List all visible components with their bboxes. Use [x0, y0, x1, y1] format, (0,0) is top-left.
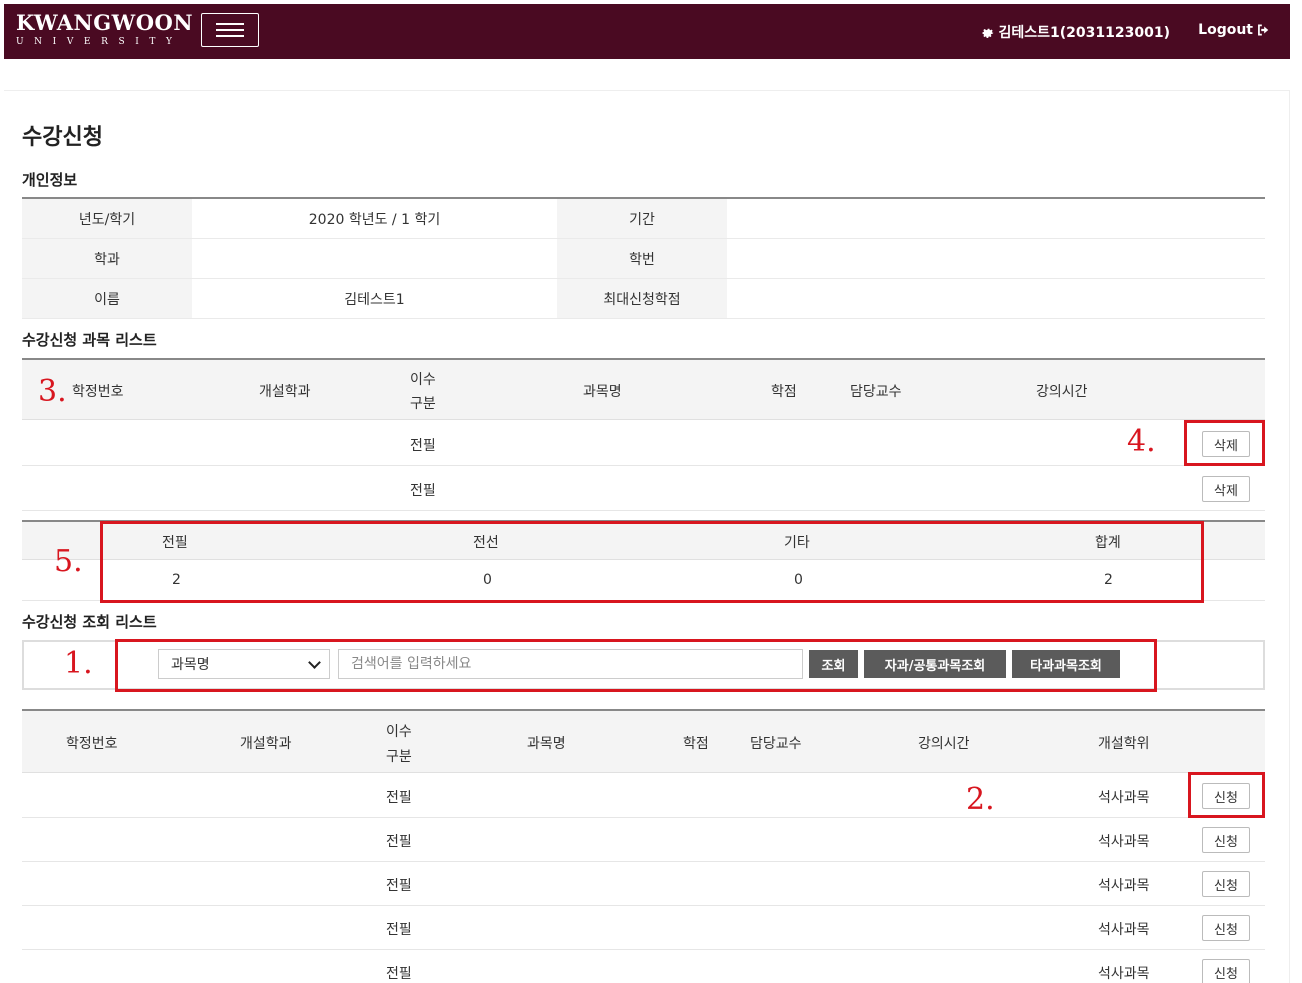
course-type: 전필 [410, 438, 436, 454]
annotation-number-1: 1. [64, 646, 93, 681]
search-list-title: 수강신청 조회 리스트 [22, 613, 157, 631]
top-navbar: KWANGWOON UNIVERSITY 김테스트1(2031123001) L… [4, 4, 1290, 59]
course-degree: 석사과목 [1098, 966, 1150, 982]
info-label: 이름 [22, 279, 192, 318]
info-label: 학과 [22, 239, 192, 278]
delete-button[interactable]: 삭제 [1202, 476, 1250, 502]
info-label: 기간 [557, 199, 727, 238]
info-label: 년도/학기 [22, 199, 192, 238]
table-row: 전필 석사과목 신청 [22, 950, 1265, 983]
info-value [727, 199, 1265, 238]
info-label: 최대신청학점 [557, 279, 727, 318]
col-professor: 담당교수 [850, 384, 902, 400]
annotation-box-5 [100, 521, 1204, 603]
course-type: 전필 [386, 966, 412, 982]
course-type: 전필 [386, 878, 412, 894]
table-row: 전필 석사과목 신청 [22, 906, 1265, 950]
col-type-line1: 이수 [386, 724, 412, 740]
apply-button[interactable]: 신청 [1202, 827, 1250, 853]
col-professor: 담당교수 [750, 736, 802, 752]
annotation-box-1 [115, 639, 1157, 692]
sign-out-icon [1258, 24, 1269, 36]
col-type-line1: 이수 [410, 372, 436, 388]
apply-button[interactable]: 신청 [1202, 871, 1250, 897]
info-value [727, 239, 1265, 278]
logo-main-text: KWANGWOON [16, 10, 194, 35]
course-type: 전필 [386, 922, 412, 938]
apply-button[interactable]: 신청 [1202, 959, 1250, 983]
logout-link[interactable]: Logout [1198, 22, 1270, 38]
registered-list-title: 수강신청 과목 리스트 [22, 331, 157, 349]
page-title: 수강신청 [22, 125, 103, 150]
course-type: 전필 [410, 483, 436, 499]
table-row: 전필 석사과목 신청 [22, 818, 1265, 862]
col-lecture-time: 강의시간 [918, 736, 970, 752]
col-credit: 학점 [771, 384, 797, 400]
registered-table-header: 학정번호 개설학과 이수 구분 과목명 학점 담당교수 강의시간 [22, 360, 1265, 420]
info-row: 학과 학번 [22, 239, 1265, 279]
info-value [727, 279, 1265, 318]
course-type: 전필 [386, 834, 412, 850]
annotation-number-2: 2. [966, 782, 995, 817]
info-row: 이름 김테스트1 최대신청학점 [22, 279, 1265, 319]
university-logo[interactable]: KWANGWOON UNIVERSITY [16, 11, 193, 48]
course-type: 전필 [386, 790, 412, 806]
course-degree: 석사과목 [1098, 790, 1150, 806]
results-table-header: 학정번호 개설학과 이수 구분 과목명 학점 담당교수 강의시간 개설학위 [22, 711, 1265, 773]
table-row: 전필 삭제 [22, 467, 1265, 511]
table-row: 전필 석사과목 신청 [22, 862, 1265, 906]
hamburger-icon [216, 23, 244, 25]
col-department: 개설학과 [259, 384, 311, 400]
personal-info-table: 년도/학기 2020 학년도 / 1 학기 기간 학과 학번 이름 김테스트1 … [22, 199, 1265, 319]
info-label: 학번 [557, 239, 727, 278]
col-department: 개설학과 [240, 736, 292, 752]
info-row: 년도/학기 2020 학년도 / 1 학기 기간 [22, 199, 1265, 239]
logout-label: Logout [1198, 22, 1253, 38]
col-course-name: 과목명 [527, 736, 566, 752]
gear-icon [982, 28, 993, 38]
user-name: 김테스트1(2031123001) [998, 25, 1170, 41]
annotation-number-4: 4. [1127, 424, 1156, 459]
logo-sub-text: UNIVERSITY [16, 37, 183, 47]
apply-button[interactable]: 신청 [1202, 915, 1250, 941]
course-degree: 석사과목 [1098, 922, 1150, 938]
annotation-number-5: 5. [54, 544, 83, 579]
menu-toggle-button[interactable] [201, 13, 259, 47]
annotation-number-3: 3. [38, 374, 67, 409]
personal-info-title: 개인정보 [22, 171, 78, 189]
col-course-name: 과목명 [583, 384, 622, 400]
annotation-box-4 [1184, 420, 1265, 466]
info-value: 2020 학년도 / 1 학기 [308, 211, 441, 228]
col-degree: 개설학위 [1098, 736, 1150, 752]
course-degree: 석사과목 [1098, 878, 1150, 894]
col-type-line2: 구분 [410, 396, 436, 412]
col-lecture-time: 강의시간 [1036, 384, 1088, 400]
table-row: 전필 석사과목 신청 [22, 774, 1265, 818]
info-value: 김테스트1 [344, 291, 405, 308]
col-course-number: 학정번호 [72, 384, 124, 400]
course-degree: 석사과목 [1098, 834, 1150, 850]
table-row: 전필 삭제 [22, 422, 1265, 466]
annotation-box-2 [1188, 772, 1265, 818]
col-course-number: 학정번호 [66, 736, 118, 752]
user-settings-link[interactable]: 김테스트1(2031123001) [981, 22, 1170, 42]
col-credit: 학점 [683, 736, 709, 752]
col-type-line2: 구분 [386, 749, 412, 765]
info-value [192, 239, 557, 278]
